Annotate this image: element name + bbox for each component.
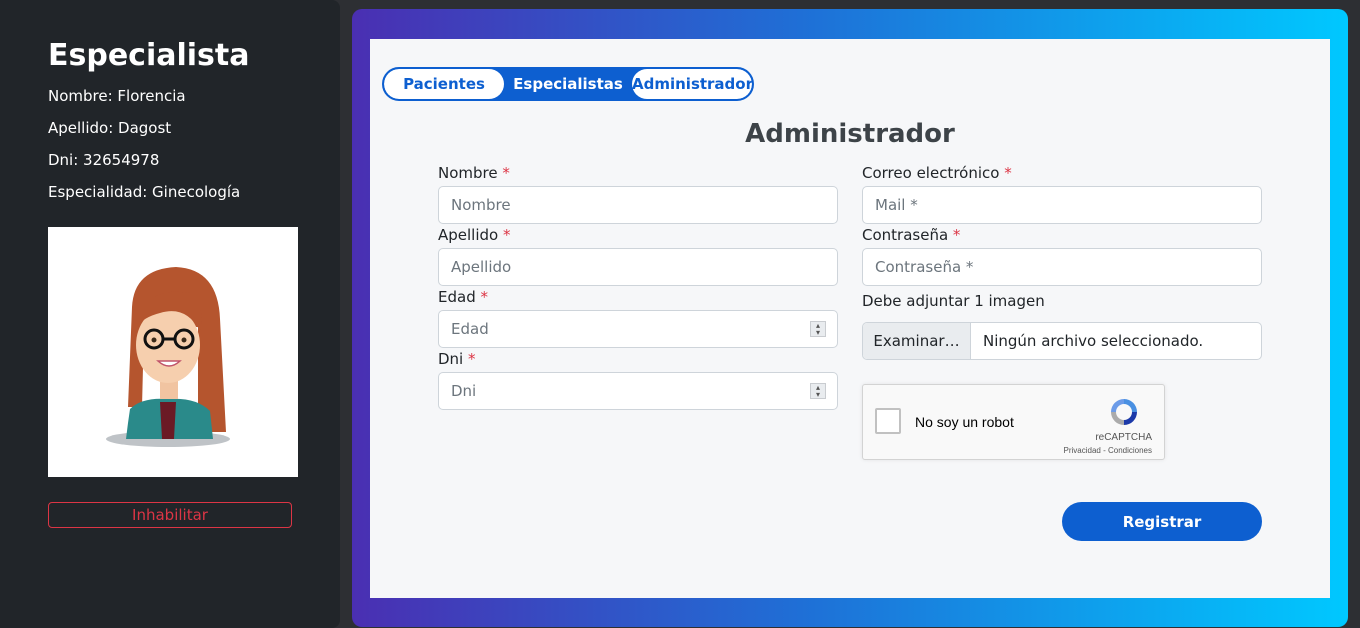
file-status: Ningún archivo seleccionado.	[983, 332, 1204, 350]
dni-stepper-icon[interactable]: ▴ ▾	[810, 383, 826, 399]
password-label: Contraseña *	[862, 226, 961, 244]
required-mark: *	[952, 226, 961, 244]
field-especialidad: Especialidad: Ginecología	[48, 183, 241, 201]
image-label: Debe adjuntar 1 imagen	[862, 292, 1045, 310]
user-type-tabs: Pacientes Especialistas Administrador	[382, 67, 754, 101]
recaptcha-links[interactable]: Privacidad - Condiciones	[1064, 446, 1153, 455]
recaptcha-logo-icon	[1111, 399, 1137, 425]
form-title: Administrador	[745, 119, 955, 149]
field-dni: Dni: 32654978	[48, 151, 160, 169]
recaptcha-checkbox[interactable]	[875, 408, 901, 434]
edad-input[interactable]	[438, 310, 838, 348]
sidebar-title: Especialista	[48, 38, 250, 73]
dni-field: ▴▾	[438, 372, 838, 410]
required-mark: *	[1004, 164, 1012, 182]
register-button[interactable]: Registrar	[1062, 502, 1262, 541]
sidebar: Especialista Nombre: Florencia Apellido:…	[0, 0, 340, 628]
nombre-input[interactable]	[438, 186, 838, 224]
tab-especialistas[interactable]: Especialistas	[504, 69, 632, 99]
required-mark: *	[480, 288, 489, 306]
disable-button[interactable]: Inhabilitar	[48, 502, 292, 528]
nombre-label: Nombre *	[438, 164, 510, 182]
recaptcha-widget: No soy un robot reCAPTCHA Privacidad - C…	[862, 384, 1165, 460]
tab-pacientes[interactable]: Pacientes	[384, 69, 504, 99]
apellido-input[interactable]	[438, 248, 838, 286]
recaptcha-brand: reCAPTCHA	[1095, 432, 1152, 443]
form-panel: Pacientes Especialistas Administrador Ad…	[370, 39, 1330, 598]
profile-avatar	[48, 227, 298, 477]
field-apellido: Apellido: Dagost	[48, 119, 172, 137]
required-mark: *	[468, 350, 476, 368]
apellido-label: Apellido *	[438, 226, 511, 244]
dni-label: Dni *	[438, 350, 476, 368]
recaptcha-label: No soy un robot	[915, 414, 1014, 430]
dni-input[interactable]	[438, 372, 838, 410]
file-input[interactable]: Examinar… Ningún archivo seleccionado.	[862, 322, 1262, 360]
required-mark: *	[503, 226, 511, 244]
edad-stepper-icon[interactable]: ▴ ▾	[810, 321, 826, 337]
password-input[interactable]	[862, 248, 1262, 286]
edad-field: ▴▾	[438, 310, 838, 348]
email-label: Correo electrónico *	[862, 164, 1012, 182]
edad-label: Edad *	[438, 288, 488, 306]
field-nombre: Nombre: Florencia	[48, 87, 186, 105]
browse-button[interactable]: Examinar…	[863, 323, 971, 359]
email-input[interactable]	[862, 186, 1262, 224]
required-mark: *	[502, 164, 510, 182]
tab-administrador[interactable]: Administrador	[632, 69, 752, 99]
main-container: Pacientes Especialistas Administrador Ad…	[352, 9, 1348, 627]
